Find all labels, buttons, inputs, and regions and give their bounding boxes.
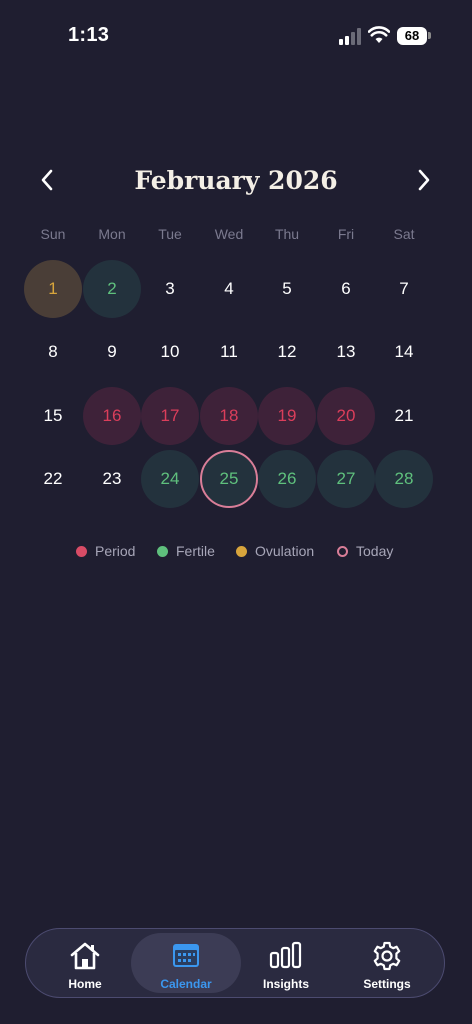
day-cell[interactable]: 6 xyxy=(317,260,375,318)
home-icon xyxy=(70,942,100,970)
day-cell[interactable]: 24 xyxy=(141,450,199,508)
day-cell-today[interactable]: 25 xyxy=(200,450,258,508)
legend-label: Fertile xyxy=(176,543,215,559)
day-cell[interactable]: 16 xyxy=(83,387,141,445)
calendar-legend: Period Fertile Ovulation Today xyxy=(0,543,472,563)
period-dot-icon xyxy=(76,545,87,557)
day-cell[interactable]: 7 xyxy=(375,260,433,318)
day-cell[interactable]: 9 xyxy=(83,323,141,381)
day-cell[interactable]: 3 xyxy=(141,260,199,318)
day-cell[interactable]: 10 xyxy=(141,323,199,381)
day-cell[interactable]: 4 xyxy=(200,260,258,318)
tab-calendar[interactable]: Calendar xyxy=(131,933,241,993)
day-cell[interactable]: 21 xyxy=(375,387,433,445)
day-cell[interactable]: 17 xyxy=(141,387,199,445)
day-cell[interactable]: 20 xyxy=(317,387,375,445)
bar-chart-icon xyxy=(269,941,302,969)
day-cell[interactable]: 27 xyxy=(317,450,375,508)
day-cell[interactable]: 22 xyxy=(24,450,82,508)
fertile-dot-icon xyxy=(157,545,168,557)
legend-label: Ovulation xyxy=(255,543,315,559)
day-cell[interactable]: 18 xyxy=(200,387,258,445)
day-cell[interactable]: 5 xyxy=(258,260,316,318)
day-cell[interactable]: 13 xyxy=(317,323,375,381)
day-cell[interactable]: 28 xyxy=(375,450,433,508)
gear-icon xyxy=(373,941,401,971)
legend-label: Today xyxy=(356,543,394,559)
day-cell[interactable]: 1 xyxy=(24,260,82,318)
day-cell[interactable]: 8 xyxy=(24,323,82,381)
calendar-icon xyxy=(173,944,199,967)
legend-period: Period xyxy=(76,543,135,559)
day-cell[interactable]: 23 xyxy=(83,450,141,508)
today-ring-icon xyxy=(337,545,348,557)
tab-home[interactable]: Home xyxy=(35,933,135,993)
legend-today: Today xyxy=(337,543,393,559)
bottom-tab-bar: Home Calendar Insights Settings xyxy=(25,928,445,998)
legend-fertile: Fertile xyxy=(157,543,215,559)
day-cell[interactable]: 14 xyxy=(375,323,433,381)
day-cell[interactable]: 2 xyxy=(83,260,141,318)
tab-label: Home xyxy=(68,977,102,991)
legend-ovulation: Ovulation xyxy=(236,543,314,559)
day-cell[interactable]: 19 xyxy=(258,387,316,445)
day-cell[interactable]: 11 xyxy=(200,323,258,381)
tab-insights[interactable]: Insights xyxy=(236,933,336,993)
calendar-grid: 1 2 3 4 5 6 7 8 9 10 11 12 13 14 15 16 17 18 19 20 21 22 23 24 2… xyxy=(0,0,472,520)
day-cell[interactable]: 26 xyxy=(258,450,316,508)
tab-label: Settings xyxy=(363,977,411,991)
legend-label: Period xyxy=(95,543,136,559)
tab-settings[interactable]: Settings xyxy=(337,933,437,993)
tab-label: Calendar xyxy=(160,977,212,991)
day-cell[interactable]: 15 xyxy=(24,387,82,445)
day-cell[interactable]: 12 xyxy=(258,323,316,381)
tab-label: Insights xyxy=(262,977,309,991)
ovulation-dot-icon xyxy=(236,545,247,557)
